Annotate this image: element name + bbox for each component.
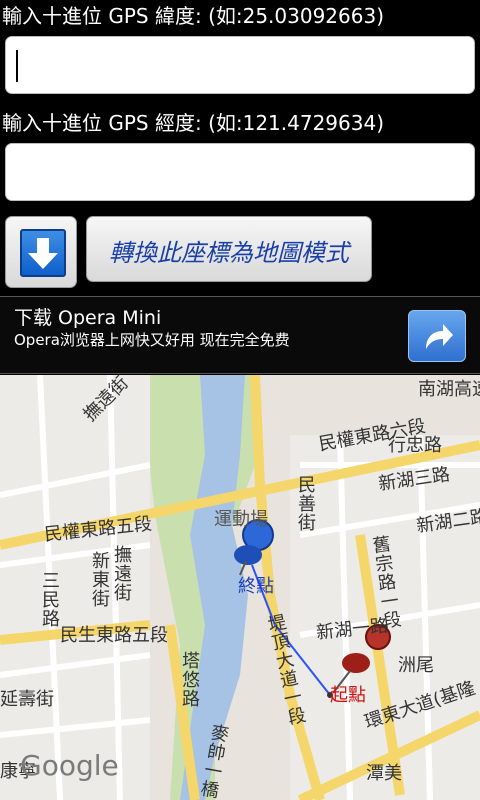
map-label-nanhu: 南湖高速 (418, 379, 480, 400)
map-label-tanmei: 潭美 (366, 763, 402, 784)
longitude-input[interactable] (5, 143, 475, 201)
forward-arrow-icon (426, 324, 453, 349)
longitude-label: 輸入十進位 GPS 經度: (如:121.4729634) (2, 111, 385, 135)
map-label-xingzhong: 行忠路 (388, 435, 442, 456)
map-label-minsheng-5: 民生東路五段 (60, 625, 168, 646)
convert-button-label: 轉換此座標為地圖模式 (109, 239, 349, 267)
google-logo: Google (20, 749, 119, 782)
latitude-label: 輸入十進位 GPS 緯度: (如:25.03092663) (2, 4, 385, 28)
ad-subtitle: Opera浏览器上网快又好用 现在完全免费 (14, 331, 290, 349)
ad-share-button[interactable] (408, 310, 466, 362)
convert-to-map-button[interactable]: 轉換此座標為地圖模式 (86, 216, 372, 282)
map-label-yanshou: 延壽街 (0, 689, 54, 710)
map-label-start: 起點 (330, 685, 366, 706)
down-arrow-icon (20, 229, 66, 277)
map-label-stadium: 運動場 (214, 509, 268, 530)
map-label-tayou: 塔悠路 (179, 651, 200, 708)
map-label-minshan: 民善街 (295, 475, 316, 532)
download-arrow-button[interactable] (5, 216, 77, 288)
ad-title: 下载 Opera Mini (14, 307, 162, 329)
ad-banner[interactable]: 下载 Opera Mini Opera浏览器上网快又好用 现在完全免费 (0, 296, 480, 374)
map-label-sanmin: 三民路 (39, 571, 60, 628)
text-cursor (16, 50, 18, 82)
map-view[interactable]: 民權東路六段 民權東路五段 民生東路五段 行忠路 新湖三路 新湖二路 新湖一路 … (0, 375, 480, 800)
map-label-end: 終點 (238, 576, 274, 597)
latitude-input[interactable] (5, 36, 475, 94)
map-label-zhouwei: 洲尾 (398, 655, 434, 676)
map-label-xindong: 新東街 (89, 551, 110, 608)
